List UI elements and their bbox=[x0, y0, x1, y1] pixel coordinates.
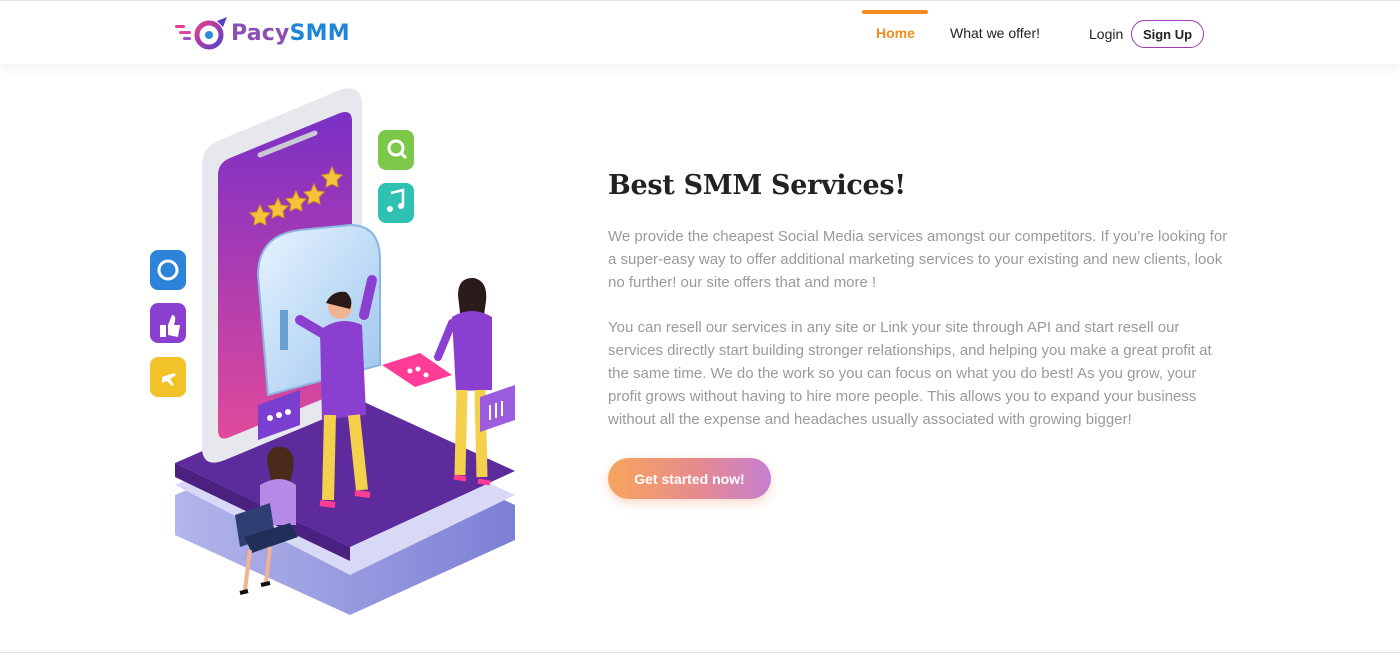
nav-home-link[interactable]: Home bbox=[876, 25, 915, 41]
nav-active-indicator bbox=[862, 10, 928, 14]
hero-title: Best SMM Services! bbox=[608, 170, 906, 201]
logo-text-smm: SMM bbox=[289, 20, 350, 46]
hero-illustration bbox=[140, 85, 540, 630]
footer-divider bbox=[0, 652, 1400, 653]
search-icon bbox=[378, 130, 414, 170]
site-header: PacySMM Home What we offer! Login Sign U… bbox=[0, 0, 1400, 64]
logo-text-pacy: Pacy bbox=[231, 20, 290, 46]
logo-icon bbox=[175, 17, 227, 50]
nav-login-link[interactable]: Login bbox=[1089, 26, 1123, 42]
music-note-icon bbox=[378, 183, 414, 223]
logo[interactable]: PacySMM bbox=[173, 15, 350, 51]
airplane-icon bbox=[150, 357, 186, 397]
get-started-button[interactable]: Get started now! bbox=[608, 458, 771, 499]
nav-offer-link[interactable]: What we offer! bbox=[950, 25, 1040, 41]
settings-icon bbox=[150, 250, 186, 290]
signup-button[interactable]: Sign Up bbox=[1131, 20, 1204, 48]
logo-text: PacySMM bbox=[231, 21, 350, 46]
hero-paragraph-1: We provide the cheapest Social Media ser… bbox=[608, 228, 1228, 291]
thumbs-up-icon bbox=[150, 303, 186, 343]
hero-paragraph-2: You can resell our services in any site … bbox=[608, 319, 1212, 428]
